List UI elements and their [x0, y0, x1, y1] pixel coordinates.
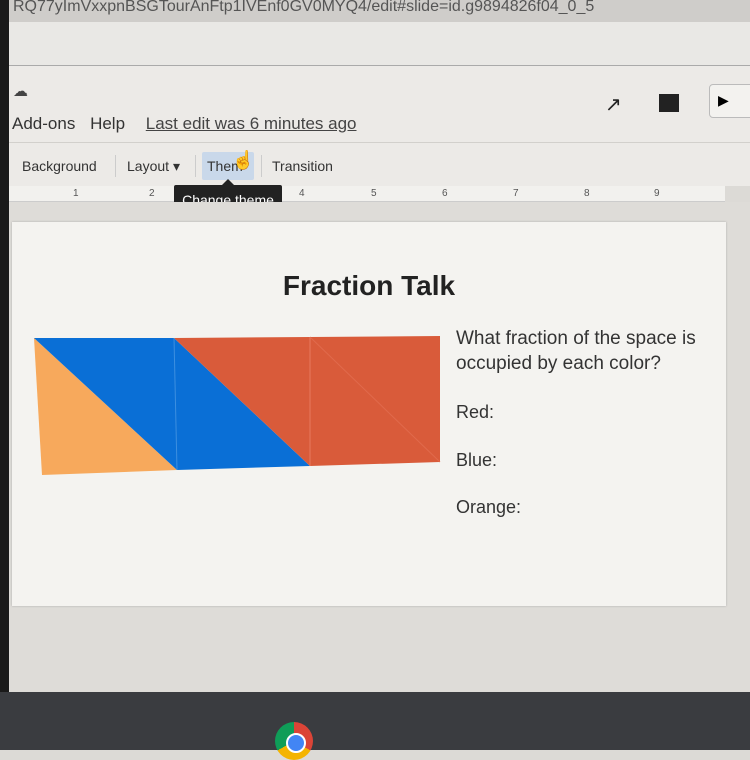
chrome-icon[interactable]	[275, 722, 313, 760]
toolbar: Background Layout ▾ Them ☝ Transition	[9, 142, 750, 186]
background-button[interactable]: Background	[17, 152, 102, 180]
chevron-down-icon: ▾	[172, 158, 180, 174]
app-header: ☁ Add-ons Help Last edit was 6 minutes a…	[9, 66, 750, 142]
cloud-status-icon[interactable]: ☁	[13, 82, 28, 100]
taskbar	[0, 692, 750, 760]
blue-label: Blue:	[456, 450, 498, 470]
menu-help[interactable]: Help	[90, 114, 125, 133]
divider	[261, 155, 262, 177]
menu-bar: Add-ons Help Last edit was 6 minutes ago	[12, 114, 367, 134]
ruler[interactable]: 1 2 4 5 6 7 8 9	[9, 186, 725, 202]
present-icon: ▶	[718, 92, 729, 108]
ruler-tick: 4	[299, 188, 305, 199]
divider	[115, 155, 116, 177]
ruler-tick: 1	[73, 188, 79, 199]
layout-label: Layout	[127, 158, 170, 174]
last-edit-link[interactable]: Last edit was 6 minutes ago	[146, 114, 357, 133]
ruler-tick: 7	[513, 188, 519, 199]
question-text: What fraction of the space is occupied b…	[456, 328, 696, 374]
address-bar[interactable]: RQ77yImVxxpnBSGTourAnFtp1IVEnf0GV0MYQ4/e…	[9, 0, 750, 22]
activity-icon[interactable]: ↗	[605, 92, 622, 117]
screen-bezel	[0, 0, 9, 750]
ruler-tick: 2	[149, 188, 155, 199]
comment-icon[interactable]	[659, 94, 679, 112]
present-button[interactable]: ▶	[709, 84, 750, 118]
ruler-tick: 5	[371, 188, 377, 199]
slide-canvas: Fraction Talk What fraction of the space…	[9, 202, 750, 692]
slide[interactable]: Fraction Talk What fraction of the space…	[12, 222, 726, 606]
transition-button[interactable]: Transition	[267, 152, 338, 180]
fraction-figure[interactable]	[32, 336, 442, 478]
red-label: Red:	[456, 402, 495, 422]
ruler-tick: 6	[442, 188, 448, 199]
ruler-tick: 8	[584, 188, 590, 199]
layout-button[interactable]: Layout ▾	[122, 152, 185, 181]
orange-label: Orange:	[456, 497, 522, 517]
slide-title: Fraction Talk	[282, 270, 456, 301]
menu-addons[interactable]: Add-ons	[12, 114, 75, 133]
theme-button[interactable]: Them ☝	[202, 150, 255, 180]
ruler-tick: 9	[654, 188, 660, 199]
hand-cursor-icon: ☝	[232, 150, 255, 170]
divider	[195, 155, 196, 177]
browser-band	[9, 22, 750, 66]
